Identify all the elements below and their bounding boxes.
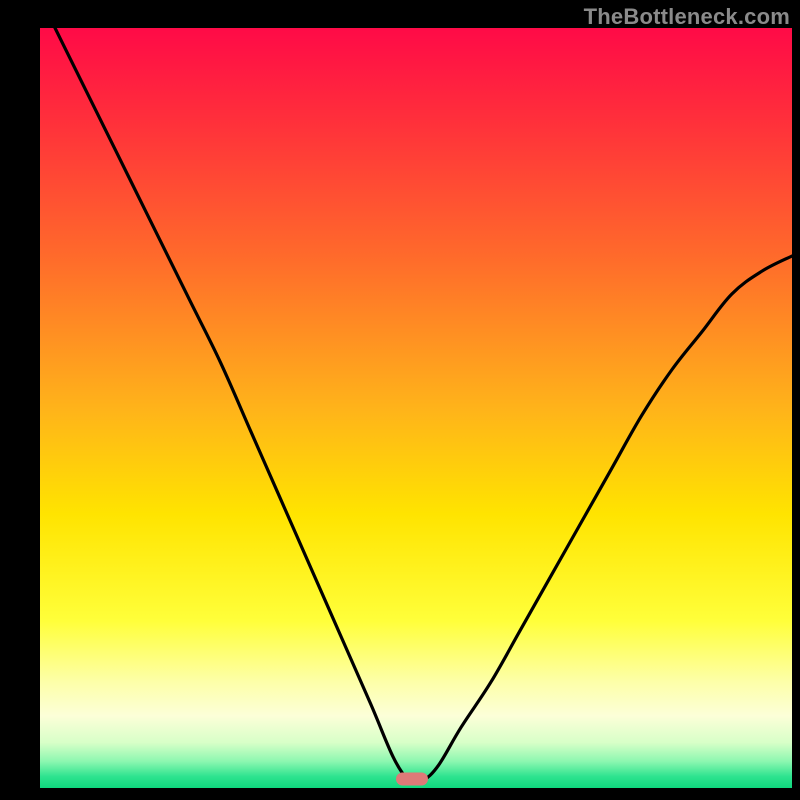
- watermark-text: TheBottleneck.com: [584, 4, 790, 30]
- optimal-marker: [396, 772, 428, 785]
- bottleneck-curve: [40, 28, 792, 788]
- chart-frame: TheBottleneck.com: [0, 0, 800, 800]
- plot-area: [40, 28, 792, 788]
